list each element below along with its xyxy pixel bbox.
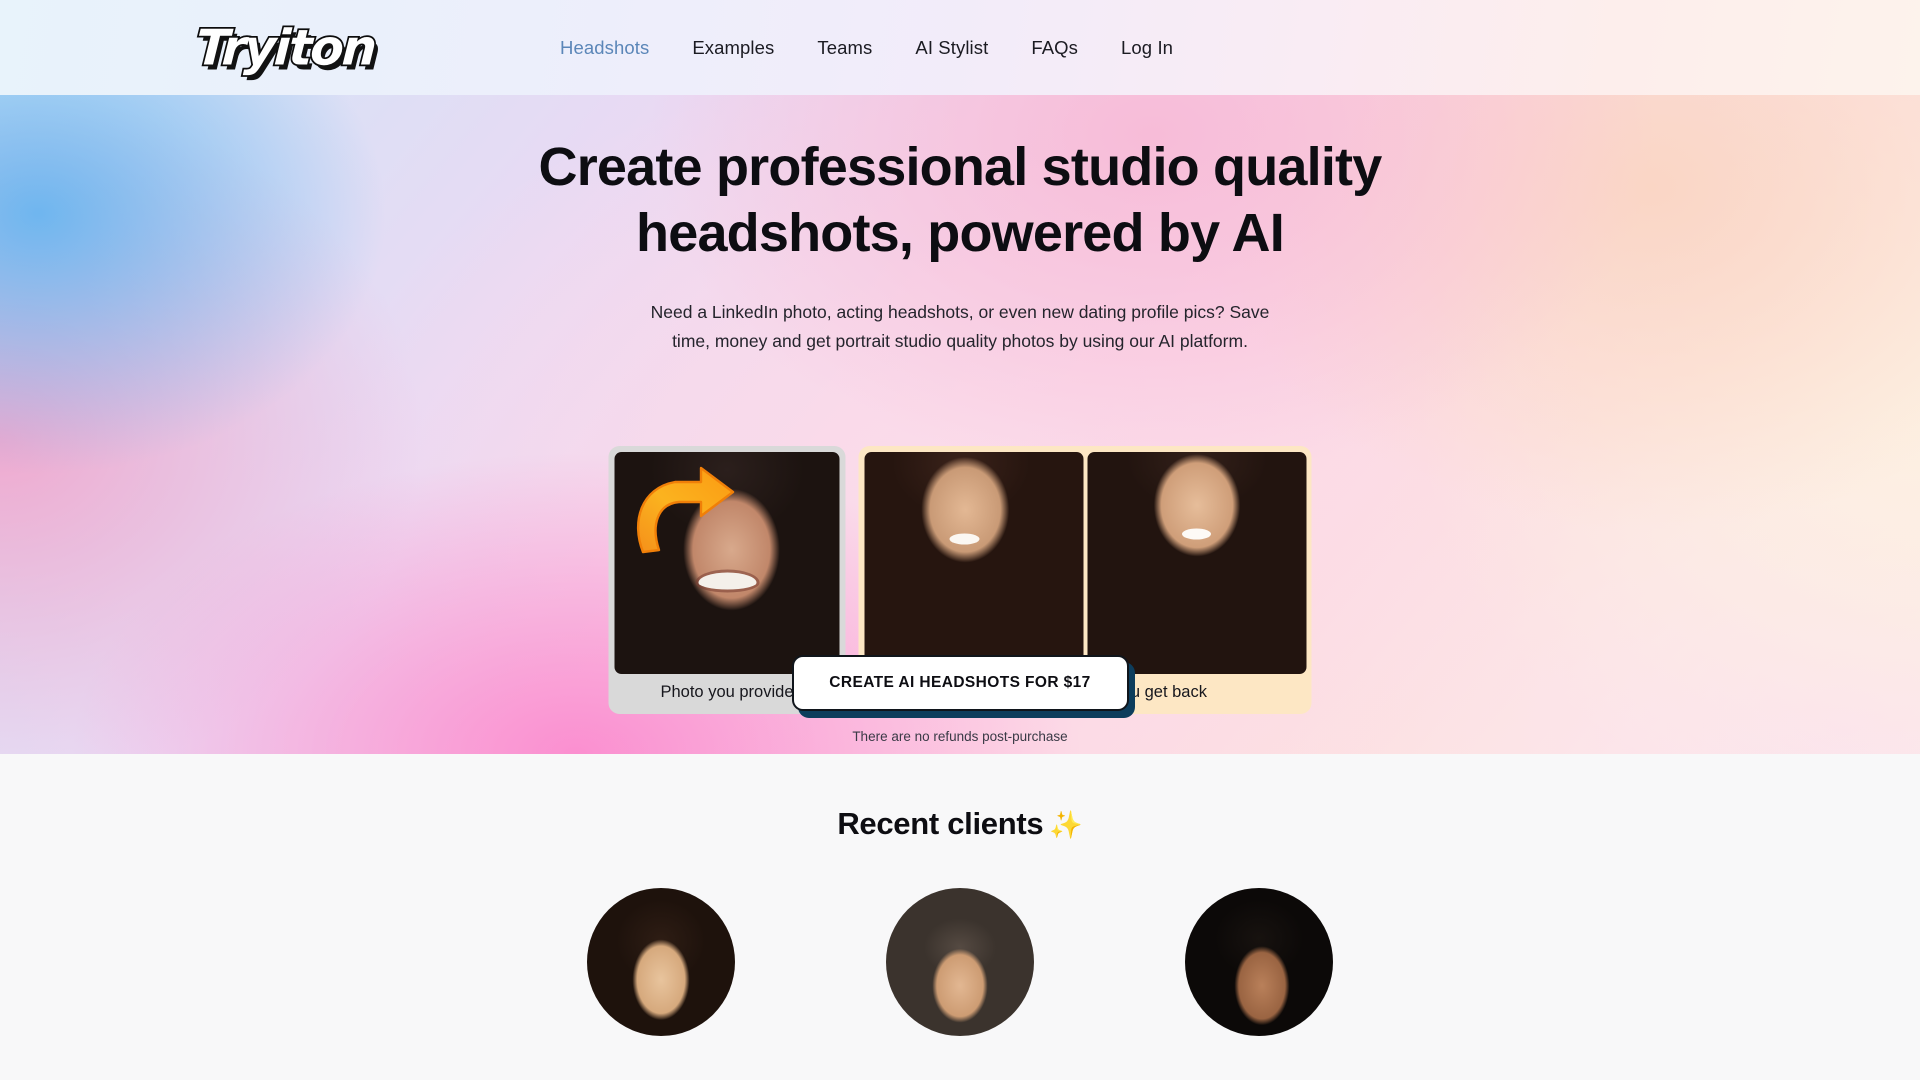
refund-notice: There are no refunds post-purchase (852, 729, 1068, 744)
page-title: Create professional studio quality heads… (538, 137, 1383, 263)
headshot-example-2 (1087, 452, 1306, 674)
recent-clients-title-text: Recent clients (837, 806, 1044, 841)
client-avatar-1[interactable] (587, 888, 735, 1036)
client-avatar-3[interactable] (1185, 888, 1333, 1036)
nav-item-ai-stylist[interactable]: AI Stylist (915, 31, 988, 65)
client-avatar-row (0, 888, 1920, 1036)
sparkles-icon: ✨ (1049, 810, 1083, 840)
before-photos (614, 452, 840, 674)
hero-subtitle: Need a LinkedIn photo, acting headshots,… (650, 302, 1270, 351)
recent-clients-section: Recent clients ✨ (0, 754, 1920, 1080)
site-header: Tryiton Headshots Examples Teams AI Styl… (0, 0, 1920, 95)
main-navigation: Headshots Examples Teams AI Stylist FAQs… (560, 31, 1173, 65)
cta-area: CREATE AI HEADSHOTS FOR $17 There are no… (750, 655, 1170, 744)
nav-item-teams[interactable]: Teams (817, 31, 872, 65)
after-photos (864, 452, 1306, 674)
nav-item-examples[interactable]: Examples (692, 31, 774, 65)
cta-button-shadow: CREATE AI HEADSHOTS FOR $17 (791, 655, 1135, 718)
headshot-example-1 (864, 452, 1083, 674)
hero-section: Create professional studio quality heads… (0, 95, 1920, 754)
create-headshots-button[interactable]: CREATE AI HEADSHOTS FOR $17 (791, 655, 1129, 711)
nav-item-headshots[interactable]: Headshots (560, 31, 649, 65)
nav-item-log-in[interactable]: Log In (1121, 31, 1173, 65)
recent-clients-heading: Recent clients ✨ (0, 754, 1920, 842)
user-photo-thumbnail (614, 452, 840, 674)
client-avatar-2[interactable] (886, 888, 1034, 1036)
site-logo[interactable]: Tryiton (193, 17, 378, 78)
nav-item-faqs[interactable]: FAQs (1031, 31, 1078, 65)
